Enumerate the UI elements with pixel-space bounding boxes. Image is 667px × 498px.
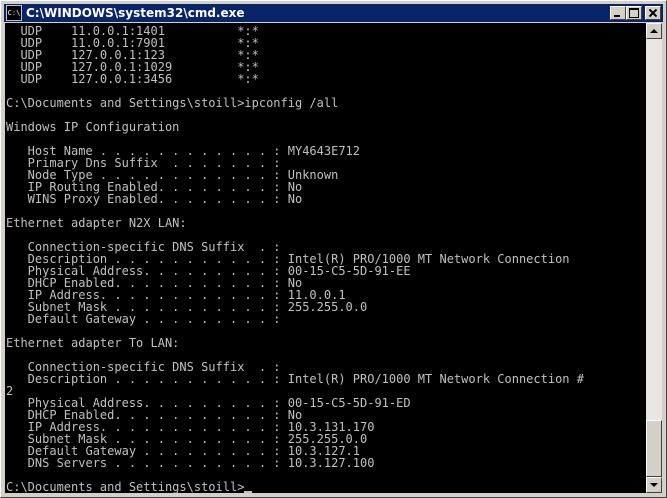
console-line: UDP 127.0.0.1:3456 *:*	[6, 72, 259, 86]
console-line: Ethernet adapter To LAN:	[6, 336, 180, 350]
scroll-thumb[interactable]	[646, 420, 662, 477]
cmd-icon[interactable]: C:\	[6, 5, 22, 21]
vertical-scrollbar[interactable]	[646, 23, 662, 493]
console-line: Default Gateway . . . . . . . . . :	[6, 312, 281, 326]
cmd-window: C:\ C:\WINDOWS\system32\cmd.exe UDP 11.0…	[0, 0, 667, 498]
title-bar[interactable]: C:\ C:\WINDOWS\system32\cmd.exe	[4, 4, 663, 22]
text-cursor	[244, 491, 253, 493]
console-line: Description . . . . . . . . . . . : Inte…	[6, 372, 584, 386]
console-line: Ethernet adapter N2X LAN:	[6, 216, 187, 230]
console-line: C:\Documents and Settings\stoill>	[6, 481, 584, 493]
console-output[interactable]: UDP 11.0.0.1:1401 *:* UDP 11.0.0.1:7901 …	[5, 23, 646, 493]
console-line: Windows IP Configuration	[6, 120, 180, 134]
console-line: WINS Proxy Enabled. . . . . . . . : No	[6, 192, 303, 206]
console-line: DNS Servers . . . . . . . . . . . : 10.3…	[6, 456, 375, 470]
maximize-button[interactable]	[626, 6, 642, 20]
console-lines: UDP 11.0.0.1:1401 *:* UDP 11.0.0.1:7901 …	[6, 25, 584, 493]
window-title: C:\WINDOWS\system32\cmd.exe	[26, 6, 245, 20]
minimize-button[interactable]	[610, 6, 626, 20]
console-line: C:\Documents and Settings\stoill>ipconfi…	[6, 96, 339, 110]
close-button[interactable]	[645, 6, 661, 20]
scroll-down-button[interactable]	[646, 477, 662, 493]
scroll-up-button[interactable]	[646, 23, 662, 39]
